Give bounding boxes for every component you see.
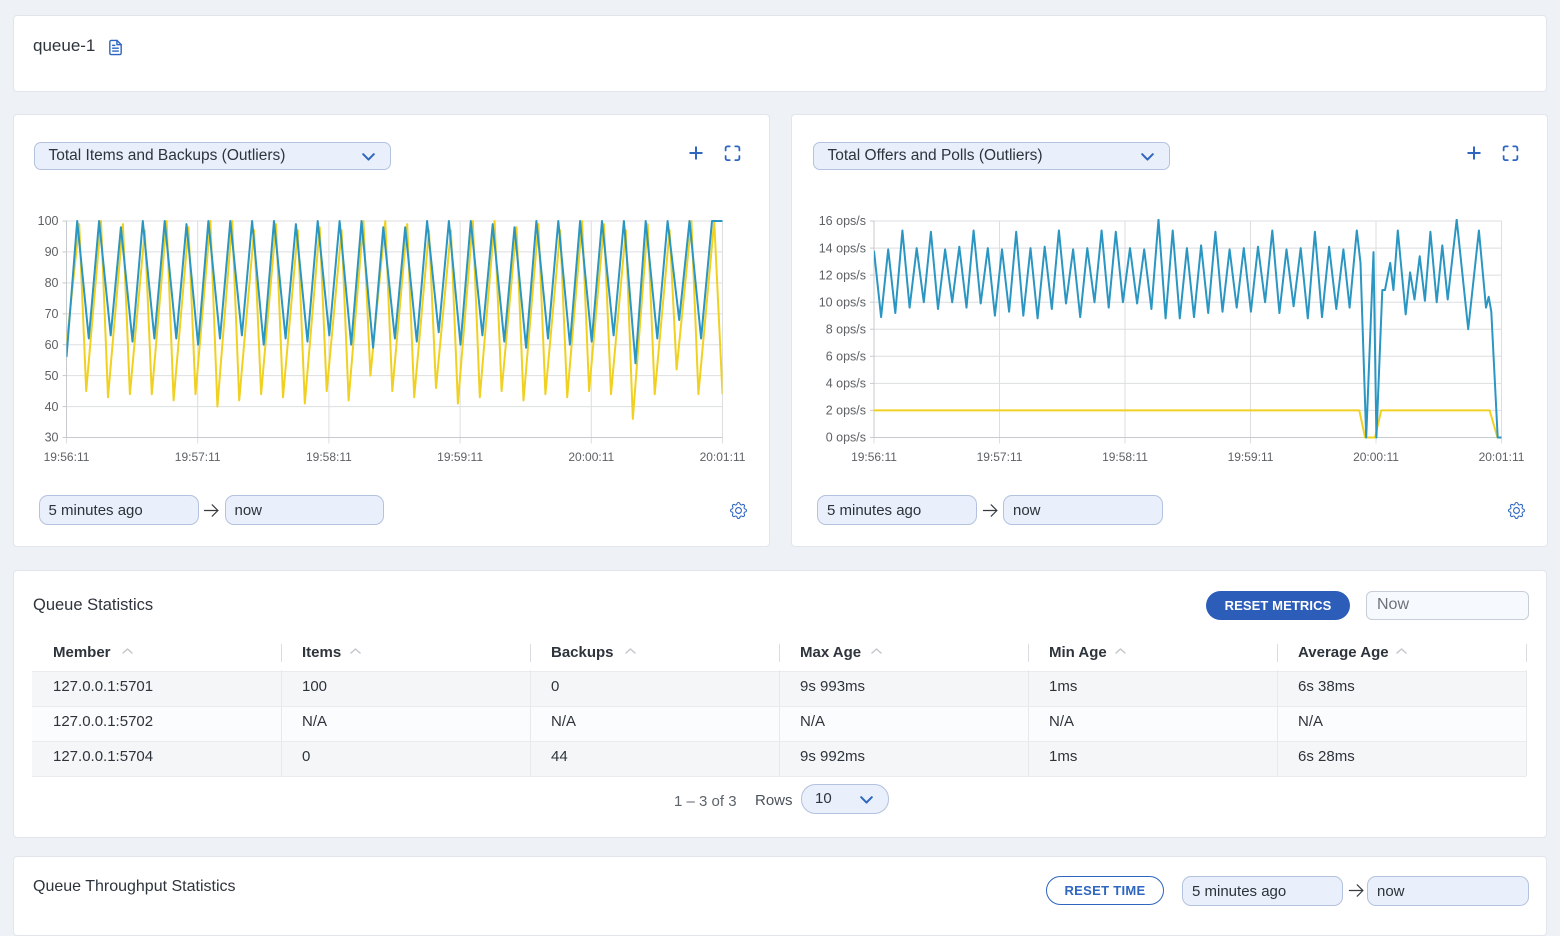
svg-text:4 ops/s: 4 ops/s <box>826 377 866 391</box>
svg-text:8 ops/s: 8 ops/s <box>826 322 866 336</box>
svg-text:20:01:11: 20:01:11 <box>700 450 746 464</box>
svg-text:20:00:11: 20:00:11 <box>1353 450 1399 464</box>
svg-text:19:56:11: 19:56:11 <box>44 450 90 464</box>
svg-text:19:59:11: 19:59:11 <box>437 450 483 464</box>
svg-text:30: 30 <box>45 431 59 445</box>
svg-text:0 ops/s: 0 ops/s <box>826 431 866 445</box>
svg-text:100: 100 <box>38 214 59 228</box>
svg-text:10 ops/s: 10 ops/s <box>819 295 866 309</box>
svg-text:50: 50 <box>45 369 59 383</box>
svg-text:19:56:11: 19:56:11 <box>851 450 897 464</box>
svg-text:6 ops/s: 6 ops/s <box>826 350 866 364</box>
svg-text:19:59:11: 19:59:11 <box>1228 450 1274 464</box>
svg-text:80: 80 <box>45 276 59 290</box>
svg-text:19:58:11: 19:58:11 <box>306 450 352 464</box>
svg-text:20:01:11: 20:01:11 <box>1479 450 1525 464</box>
svg-text:90: 90 <box>45 245 59 259</box>
svg-text:70: 70 <box>45 307 59 321</box>
svg-text:14 ops/s: 14 ops/s <box>819 241 866 255</box>
svg-text:12 ops/s: 12 ops/s <box>819 268 866 282</box>
svg-text:19:57:11: 19:57:11 <box>977 450 1023 464</box>
svg-text:40: 40 <box>45 400 59 414</box>
svg-text:20:00:11: 20:00:11 <box>568 450 614 464</box>
svg-text:16 ops/s: 16 ops/s <box>819 214 866 228</box>
svg-text:60: 60 <box>45 338 59 352</box>
svg-text:19:58:11: 19:58:11 <box>1102 450 1148 464</box>
svg-text:19:57:11: 19:57:11 <box>175 450 221 464</box>
svg-text:2 ops/s: 2 ops/s <box>826 404 866 418</box>
